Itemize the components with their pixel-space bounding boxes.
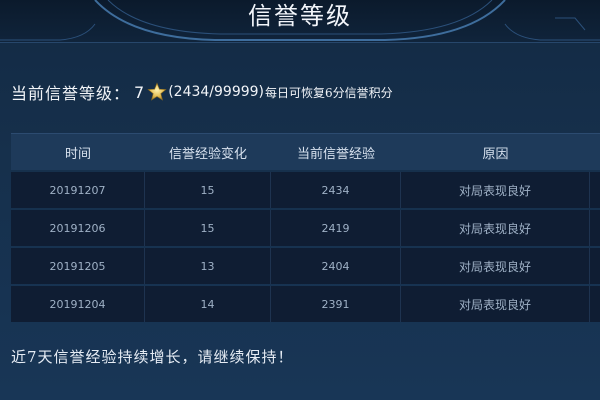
cell-extra [590,172,600,208]
column-header-change: 信誉经验变化 [168,146,247,162]
credit-level-value: 7 [134,82,145,102]
cell-date: 20191204 [11,286,145,322]
cell-extra [590,210,600,246]
star-icon [147,82,167,101]
cell-reason: 对局表现良好 [401,210,590,246]
cell-change: 14 [145,286,271,322]
recovery-note: 每日可恢复6分信誉积分 [265,85,393,100]
column-header-extra [590,134,600,170]
cell-current: 2391 [271,286,401,322]
status-message: 近7天信誉经验持续增长，请继续保持！ [11,348,294,366]
header-bar: 信誉等级 [0,0,600,43]
table-row: 20191204 14 2391 对局表现良好 [11,286,600,322]
cell-reason: 对局表现良好 [401,248,590,284]
cell-extra [590,248,600,284]
cell-current: 2419 [271,210,401,246]
cell-change: 13 [145,248,271,284]
table-row: 20191205 13 2404 对局表现良好 [11,248,600,284]
table-row: 20191206 15 2419 对局表现良好 [11,210,600,246]
cell-extra [590,286,600,322]
credit-history-table: 时间 信誉经验变化 当前信誉经验 原因 20191207 15 2434 对局表… [11,133,600,322]
table-header: 时间 信誉经验变化 当前信誉经验 原因 [11,133,600,170]
cell-current: 2404 [271,248,401,284]
cell-date: 20191206 [11,210,145,246]
table-row: 20191207 15 2434 对局表现良好 [11,172,600,208]
credit-level-label: 当前信誉等级： [11,84,131,103]
page-title: 信誉等级 [248,2,352,30]
column-header-reason: 原因 [482,146,509,162]
cell-reason: 对局表现良好 [401,172,590,208]
column-header-current: 当前信誉经验 [296,146,375,162]
cell-date: 20191205 [11,248,145,284]
credit-experience: (2434/99999) [168,84,265,100]
cell-date: 20191207 [11,172,145,208]
cell-reason: 对局表现良好 [401,286,590,322]
cell-change: 15 [145,210,271,246]
column-header-time: 时间 [64,146,91,162]
credit-level-summary: 当前信誉等级： 7 (2434/99999) 每日可恢复6分信誉积分 [11,80,393,104]
cell-change: 15 [145,172,271,208]
cell-current: 2434 [271,172,401,208]
